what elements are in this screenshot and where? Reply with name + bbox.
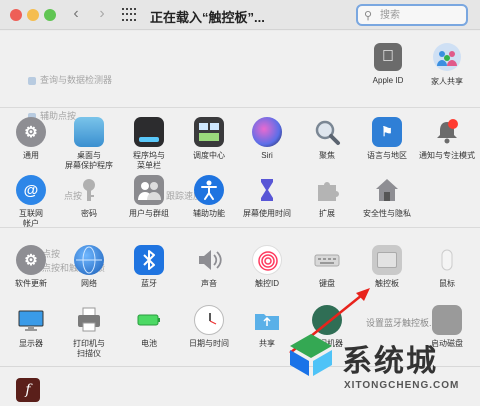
flash-icon: f [25,382,31,398]
magnifier-icon: ⚲ [364,10,373,22]
zoom-window-button[interactable] [44,9,56,21]
watermark-logo-icon [290,334,332,376]
window-title: 正在载入“触控板”... [150,10,265,25]
minimize-window-button[interactable] [27,9,39,21]
flash-player-item[interactable]: f [16,378,40,402]
close-window-button[interactable] [10,9,22,21]
watermark-text: 系统城 [342,344,438,379]
search-input[interactable] [380,8,464,22]
search-field[interactable]: ⚲ [356,4,468,26]
watermark-url: XITONGCHENG.COM [344,380,460,391]
watermark: 系统城 XITONGCHENG.COM [282,330,472,402]
title-bar: ‹ › 正在载入“触控板”... ⚲ [0,0,480,30]
back-button[interactable]: ‹ [66,4,86,24]
show-all-grid-icon[interactable] [122,8,136,22]
forward-button[interactable]: › [92,4,112,24]
